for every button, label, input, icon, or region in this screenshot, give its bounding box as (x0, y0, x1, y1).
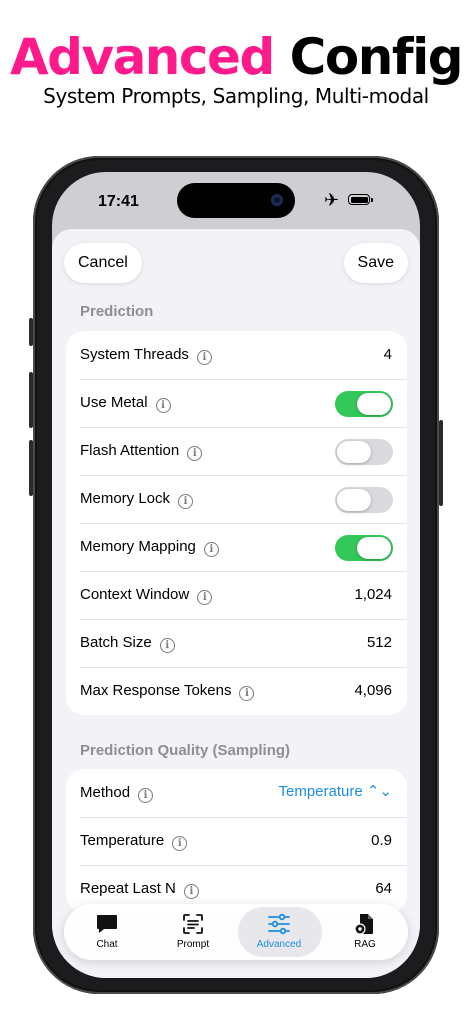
info-icon[interactable]: i (155, 398, 171, 413)
row-max-response-tokens[interactable]: Max Response Tokens i 4,096 (66, 667, 407, 715)
info-icon[interactable]: i (138, 788, 154, 803)
row-memory-mapping: Memory Mapping i (66, 523, 407, 571)
info-icon[interactable]: i (183, 884, 199, 899)
save-button[interactable]: Save (343, 243, 408, 283)
info-icon[interactable]: i (178, 494, 194, 509)
row-label: Context Window (80, 586, 190, 603)
row-batch-size[interactable]: Batch Size i 512 (66, 619, 407, 667)
tab-label: Advanced (256, 939, 302, 950)
power-button (439, 420, 443, 506)
prompt-scan-icon (183, 914, 203, 934)
document-gear-icon (354, 914, 373, 935)
info-icon[interactable]: i (203, 542, 219, 557)
promo-title-accent: Advanced (9, 28, 275, 86)
row-label: Memory Lock (80, 490, 171, 507)
prediction-card: System Threads i 4 Use Metal i Flash Atten… (66, 331, 407, 715)
info-icon[interactable]: i (196, 350, 212, 365)
info-icon[interactable]: i (239, 686, 255, 701)
camera-icon (271, 194, 283, 206)
row-value: 512 (366, 634, 392, 651)
section-title-prediction: Prediction (80, 303, 154, 320)
tab-chat[interactable]: Chat (64, 904, 150, 960)
row-label: Max Response Tokens (80, 682, 232, 699)
info-icon[interactable]: i (187, 446, 203, 461)
phone-screen: 17:41 ✈ Cancel Save Prediction System Th… (52, 172, 420, 978)
row-label: Method (80, 784, 131, 801)
section-title-sampling: Prediction Quality (Sampling) (80, 742, 291, 759)
row-label: Batch Size (80, 634, 152, 651)
row-flash-attention: Flash Attention i (66, 427, 407, 475)
promo-title: Advanced Config (0, 24, 472, 90)
row-method[interactable]: Method i Temperature ⌃⌄ (66, 769, 407, 817)
tab-rag[interactable]: RAG (322, 904, 408, 960)
settings-sheet: Cancel Save Prediction System Threads i 4… (52, 229, 420, 978)
toggle-switch[interactable] (335, 487, 393, 513)
status-time: 17:41 (98, 193, 139, 210)
row-label: Memory Mapping (80, 538, 196, 555)
row-value: 4,096 (354, 682, 392, 699)
row-label: Repeat Last N (80, 880, 176, 897)
row-label: Flash Attention (80, 442, 180, 459)
row-label: Use Metal (80, 394, 148, 411)
tab-label: Chat (96, 939, 118, 950)
row-system-threads[interactable]: System Threads i 4 (66, 331, 407, 379)
tab-advanced[interactable]: Advanced (236, 904, 322, 960)
battery-icon (348, 194, 373, 205)
row-label: Temperature (80, 832, 165, 849)
airplane-icon: ✈ (324, 190, 340, 210)
row-label: System Threads (80, 346, 189, 363)
row-value: 1,024 (354, 586, 392, 603)
row-use-metal: Use Metal i (66, 379, 407, 427)
sliders-icon (268, 913, 290, 935)
row-temperature[interactable]: Temperature i 0.9 (66, 817, 407, 865)
tab-label: RAG (354, 939, 376, 950)
promo-subtitle: System Prompts, Sampling, Multi-modal (43, 84, 429, 108)
promo-title-rest: Config (289, 28, 464, 86)
chat-bubble-icon (97, 915, 117, 933)
tab-bar: Chat Prompt Advanced RAG (64, 904, 408, 960)
dynamic-island (177, 183, 295, 218)
row-value: 0.9 (371, 832, 392, 849)
toggle-switch[interactable] (335, 391, 393, 417)
info-icon[interactable]: i (197, 590, 213, 605)
row-context-window[interactable]: Context Window i 1,024 (66, 571, 407, 619)
row-memory-lock: Memory Lock i (66, 475, 407, 523)
info-icon[interactable]: i (172, 836, 188, 851)
toggle-switch[interactable] (335, 439, 393, 465)
info-icon[interactable]: i (159, 638, 175, 653)
cancel-button[interactable]: Cancel (64, 243, 142, 283)
sampling-card: Method i Temperature ⌃⌄ Temperature i 0.9 … (66, 769, 407, 913)
tab-label: Prompt (176, 939, 210, 950)
tab-prompt[interactable]: Prompt (150, 904, 236, 960)
toggle-switch[interactable] (335, 535, 393, 561)
method-picker[interactable]: Temperature ⌃⌄ (278, 769, 392, 815)
row-value: 4 (383, 346, 392, 363)
